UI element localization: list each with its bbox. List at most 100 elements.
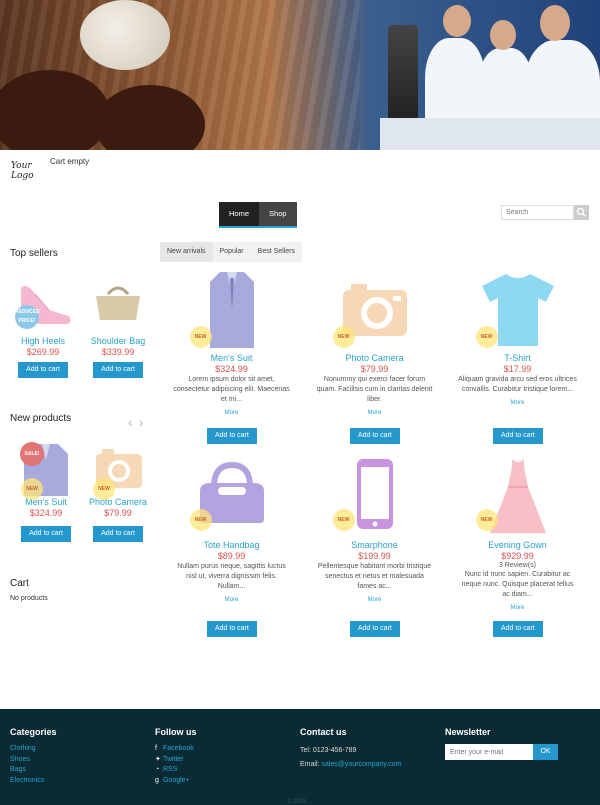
product-image-high-heels[interactable]: REDUCED PRICE! (13, 280, 73, 330)
add-to-cart-button[interactable]: Add to cart (207, 621, 257, 637)
add-to-cart-button[interactable]: Add to cart (350, 621, 400, 637)
product-name[interactable]: Tote Handbag (169, 540, 294, 550)
main-nav: Home Shop (219, 202, 297, 228)
footer-categories-title: Categories (10, 727, 57, 737)
nav-tab-home[interactable]: Home (219, 202, 260, 226)
product-reviews[interactable]: 3 Review(s) (455, 562, 580, 569)
footer-link-facebook[interactable]: f Facebook (155, 744, 197, 755)
product-description: Nonummy qui exerci facer forum quam. Fac… (316, 376, 433, 403)
product-name[interactable]: Men's Suit (169, 353, 294, 363)
product-image-mens-suit[interactable]: SALE! NEW (16, 440, 76, 500)
product-name[interactable]: Smarphone (312, 540, 437, 550)
hero-banner[interactable] (0, 0, 600, 150)
twitter-label: Twitter (163, 755, 184, 763)
newsletter-email-input[interactable] (445, 744, 533, 760)
banner-garlic (80, 0, 170, 70)
banner-scientist-3-head (540, 5, 570, 41)
product-image-photo-camera[interactable]: NEW (332, 270, 415, 350)
search-button[interactable] (574, 205, 589, 220)
footer-email-label: Email: (300, 761, 320, 768)
twitter-icon: ✦ (155, 755, 161, 763)
new-products-title: New products (10, 413, 72, 424)
google-plus-label: Google+ (163, 776, 190, 784)
more-link[interactable]: More (169, 410, 294, 416)
svg-text:Your: Your (11, 161, 32, 171)
product-description: Lorem ipsum dolor sit amet, consectetur … (173, 376, 290, 403)
add-to-cart-button[interactable]: Add to cart (93, 526, 143, 542)
product-image-evening-gown[interactable]: NEW (475, 457, 558, 537)
product-image-tote-handbag[interactable]: NEW (189, 457, 272, 537)
add-to-cart-button[interactable]: Add to cart (93, 362, 143, 378)
footer-email-link[interactable]: sales@yourcompany.com (321, 761, 401, 768)
tab-best-sellers[interactable]: Best Sellers (250, 242, 303, 262)
add-to-cart-button[interactable]: Add to cart (493, 428, 543, 444)
product-image-mens-suit[interactable]: NEW (189, 270, 272, 350)
product-name[interactable]: High Heels (9, 336, 77, 346)
product-name[interactable]: Men's Suit (12, 497, 80, 507)
new-badge: NEW (475, 509, 498, 531)
footer-link-shoes[interactable]: Shoes (10, 755, 57, 766)
tab-new-arrivals[interactable]: New arrivals (160, 242, 213, 262)
footer-newsletter: Newsletter OK (445, 727, 558, 760)
product-name[interactable]: T-Shirt (455, 353, 580, 363)
add-to-cart-button[interactable]: Add to cart (21, 526, 71, 542)
nav-tab-shop[interactable]: Shop (259, 202, 297, 226)
more-link[interactable]: More (312, 597, 437, 603)
footer-link-clothing[interactable]: Clothing (10, 744, 57, 755)
banner-microscope (388, 25, 418, 120)
footer-follow: Follow us f Facebook ✦ Twitter ◔ RSS g Googl… (155, 727, 197, 786)
new-badge: NEW (21, 478, 43, 500)
banner-lab-bench (380, 118, 600, 150)
tab-popular[interactable]: Popular (212, 242, 251, 262)
product-tabs: New arrivals Popular Best Sellers (160, 242, 303, 262)
chevron-left-icon[interactable]: ‹ (128, 414, 139, 430)
add-to-cart-button[interactable]: Add to cart (18, 362, 68, 378)
product-price: $79.99 (104, 508, 132, 518)
newsletter-form: OK (445, 744, 558, 760)
more-link[interactable]: More (455, 605, 580, 611)
footer-link-electronics[interactable]: Electronics (10, 776, 57, 787)
footer-contact: Contact us Tel: 0123-456-789 Email: sale… (300, 727, 402, 772)
footer-link-google-plus[interactable]: g Google+ (155, 776, 197, 787)
rss-label: RSS (163, 766, 178, 773)
add-to-cart-button[interactable]: Add to cart (493, 621, 543, 637)
more-link[interactable]: More (169, 597, 294, 603)
footer-link-twitter[interactable]: ✦ Twitter (155, 755, 197, 766)
product-name[interactable]: Photo Camera (84, 497, 152, 507)
add-to-cart-button[interactable]: Add to cart (207, 428, 257, 444)
header-cart-status[interactable]: Cart empty (50, 157, 89, 166)
new-product-item: SALE! NEW Men's Suit $324.99 Add to cart (12, 440, 80, 542)
product-card: NEW Evening Gown $929.99 3 Review(s) Nun… (455, 457, 580, 642)
product-image-smartphone[interactable]: NEW (332, 457, 415, 537)
product-price: $199.99 (358, 551, 391, 561)
new-product-item: NEW Photo Camera $79.99 Add to cart (84, 440, 152, 542)
top-seller-item: Shoulder Bag $339.99 Add to cart (84, 280, 152, 378)
product-image-shoulder-bag[interactable] (88, 280, 148, 330)
footer-link-bags[interactable]: Bags (10, 765, 57, 776)
footer-email-row: Email: sales@yourcompany.com (300, 758, 402, 772)
chevron-right-icon[interactable]: › (139, 414, 150, 430)
new-badge: NEW (93, 478, 115, 500)
footer-contact-title: Contact us (300, 727, 347, 737)
add-to-cart-button[interactable]: Add to cart (350, 428, 400, 444)
product-name[interactable]: Evening Gown (455, 540, 580, 550)
product-image-t-shirt[interactable]: NEW (475, 270, 558, 350)
more-link[interactable]: More (312, 410, 437, 416)
newsletter-submit-button[interactable]: OK (533, 744, 558, 760)
site-logo[interactable]: Your Logo (10, 157, 40, 183)
search-input[interactable] (501, 205, 574, 220)
product-image-photo-camera[interactable]: NEW (88, 440, 148, 500)
top-sellers-title: Top sellers (10, 248, 58, 259)
banner-scientist-2-head (490, 20, 516, 50)
search-box (501, 205, 589, 220)
new-badge: NEW (332, 326, 355, 348)
site-footer: Categories Clothing Shoes Bags Electroni… (0, 709, 600, 805)
footer-newsletter-title: Newsletter (445, 727, 491, 737)
reduced-price-badge: REDUCED PRICE! (15, 305, 40, 329)
footer-link-rss[interactable]: ◔ RSS (155, 765, 197, 776)
footer-phone: Tel: 0123-456-789 (300, 747, 357, 754)
more-link[interactable]: More (455, 400, 580, 406)
product-card: NEW T-Shirt $17.99 Aliquam gravida arcu … (455, 270, 580, 450)
product-name[interactable]: Shoulder Bag (84, 336, 152, 346)
product-name[interactable]: Photo Camera (312, 353, 437, 363)
